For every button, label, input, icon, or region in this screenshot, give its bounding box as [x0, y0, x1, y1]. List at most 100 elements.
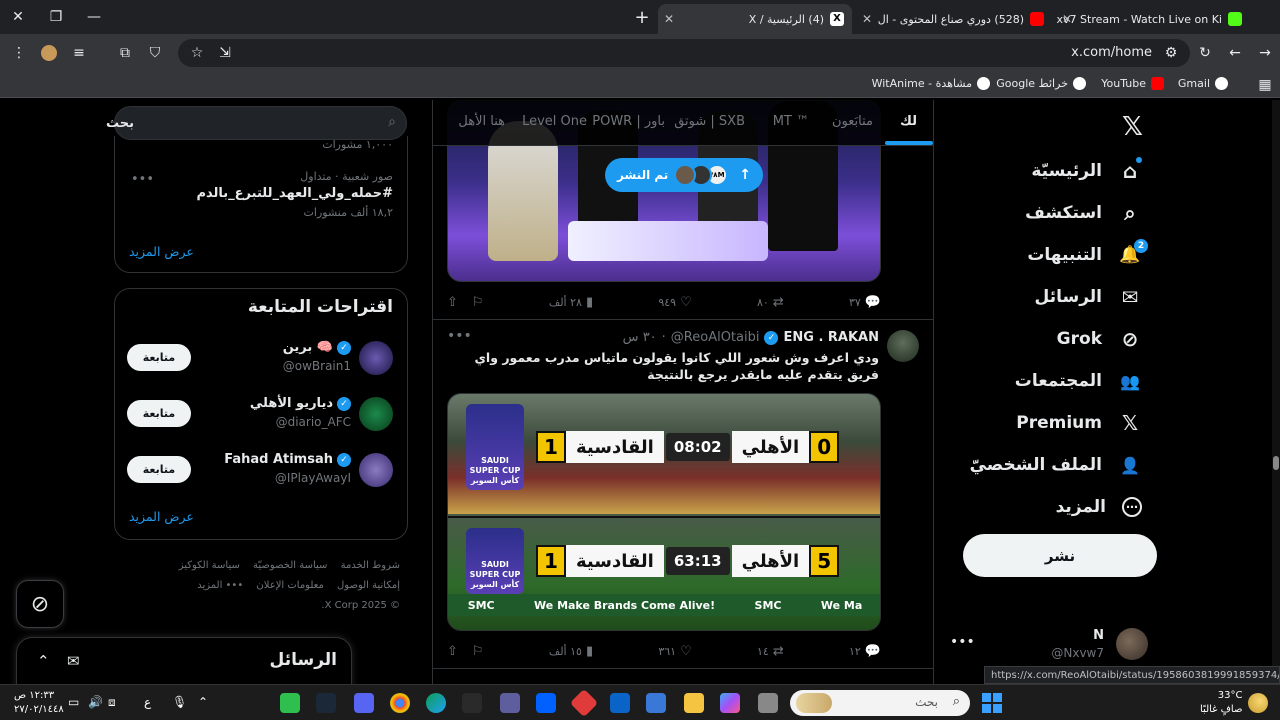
close-icon[interactable]: ✕: [1062, 12, 1072, 26]
tab-list-sxb[interactable]: شوتق | SXB: [674, 114, 745, 129]
tab-list-level-one[interactable]: Level One: [522, 114, 587, 129]
edge-icon[interactable]: [426, 693, 446, 713]
network-icon[interactable]: ⧈: [108, 695, 116, 710]
install-app-icon[interactable]: ⇲: [214, 42, 236, 64]
footer-link-ads-info[interactable]: معلومات الإعلان: [256, 580, 323, 591]
more-horizontal-icon[interactable]: •••: [950, 634, 975, 650]
footer-link-accessibility[interactable]: إمكانية الوصول: [337, 580, 400, 591]
grok-floating-button[interactable]: ⊘: [16, 580, 64, 628]
share-icon[interactable]: ⇧: [447, 644, 458, 659]
follow-suggestion[interactable]: ✓ Fahad Atimsah @IPlayAwayI متابعة: [127, 451, 393, 491]
app-icon[interactable]: [758, 693, 778, 713]
nav-messages[interactable]: ✉ الرسائل: [1035, 282, 1142, 312]
battery-icon[interactable]: ▭: [68, 695, 79, 709]
tab-youtube[interactable]: ✕ (528) دوري صناع المحتوى - ال: [856, 4, 1052, 34]
tab-list-powr[interactable]: POWR | باور: [592, 114, 665, 129]
repost-button[interactable]: ⇄ ١٤: [757, 641, 784, 661]
nav-more[interactable]: ⋯ المزيد: [1056, 492, 1142, 522]
more-horizontal-icon[interactable]: •••: [447, 328, 472, 344]
messages-drawer[interactable]: الرسائل ✉ ⌃: [16, 637, 352, 684]
address-bar[interactable]: ☆ ⇲ x.com/home ⚙: [178, 39, 1190, 67]
nav-notifications[interactable]: 🔔 2 التنبيهات: [1027, 239, 1148, 270]
tweet-handle[interactable]: @ReoAlOtaibi: [671, 330, 760, 345]
taskbar-clock[interactable]: ١٢:٣٣ ص ٢٧/٠٢/١٤٤٨: [14, 689, 64, 717]
bookmark-star-icon[interactable]: ☆: [186, 42, 208, 64]
footer-link-more[interactable]: ••• المزيد: [197, 580, 243, 591]
app-icon[interactable]: [500, 693, 520, 713]
bookmark-gmail[interactable]: Gmail: [1178, 77, 1228, 90]
forward-icon[interactable]: ←: [1224, 42, 1246, 64]
profile-avatar-icon[interactable]: [38, 42, 60, 64]
new-message-icon[interactable]: ✉: [67, 652, 80, 670]
minimize-window-icon[interactable]: —: [82, 6, 106, 28]
reading-list-icon[interactable]: ≡: [68, 42, 90, 64]
follow-suggestion[interactable]: ✓ دياريو الأهلي @diario_AFC متابعة: [127, 395, 393, 435]
footer-link-terms[interactable]: شروط الخدمة: [341, 560, 400, 571]
nav-profile[interactable]: 👤 الملف الشخصيّ: [970, 450, 1142, 480]
taskbar-search[interactable]: بحث ⌕: [790, 690, 970, 716]
weather-widget[interactable]: 33°C صافٍ غالبًا: [1200, 689, 1242, 717]
x-logo-icon[interactable]: 𝕏: [1122, 112, 1143, 142]
input-language[interactable]: ع: [144, 695, 151, 709]
apps-grid-icon[interactable]: ▦: [1254, 74, 1276, 96]
new-posts-pill[interactable]: ↑ ٧٨M تم النشر: [605, 158, 763, 192]
app-icon[interactable]: [280, 693, 300, 713]
reload-icon[interactable]: ↻: [1194, 42, 1216, 64]
follow-suggestion[interactable]: ✓ برين 🧠 @owBrain1 متابعة: [127, 339, 393, 379]
avatar[interactable]: [887, 330, 919, 362]
windows-start-icon[interactable]: [982, 693, 1002, 713]
tab-for-you[interactable]: لك: [900, 114, 917, 129]
url-text[interactable]: x.com/home: [1071, 45, 1152, 60]
bookmark-google-maps[interactable]: خرائط Google: [996, 77, 1086, 90]
shield-icon[interactable]: ⛉: [144, 42, 166, 64]
tab-following[interactable]: متابَعون: [832, 114, 873, 129]
views-button[interactable]: ▮ ٢٨ ألف: [549, 292, 593, 312]
bookmark-icon[interactable]: ⚐: [472, 295, 484, 310]
tab-list-ahli[interactable]: هنا الأهل: [458, 114, 505, 129]
store-icon[interactable]: [646, 693, 666, 713]
footer-link-cookies[interactable]: سياسة الكوكيز: [179, 560, 240, 571]
tweet-time[interactable]: ٣٠ س: [623, 330, 657, 345]
steam-icon[interactable]: [316, 693, 336, 713]
discord-icon[interactable]: [354, 693, 374, 713]
tab-kick[interactable]: ✕ Nxv7 Stream - Watch Live on Ki: [1056, 4, 1250, 34]
footer-link-privacy[interactable]: سياسة الخصوصيّة: [253, 560, 327, 571]
reply-button[interactable]: 💬 ٣٧: [849, 292, 881, 312]
account-switcher[interactable]: N @Nxvw7 •••: [950, 622, 1150, 666]
nav-premium[interactable]: 𝕏 Premium: [1016, 408, 1142, 438]
nav-home[interactable]: ⌂ الرئيسيّة: [1031, 156, 1142, 186]
repost-button[interactable]: ⇄ ٨٠: [757, 292, 784, 312]
scrollbar-thumb[interactable]: [1273, 456, 1279, 470]
extensions-icon[interactable]: ⧉: [114, 42, 136, 64]
follow-button[interactable]: متابعة: [127, 456, 191, 483]
reply-button[interactable]: 💬 ١٢: [849, 641, 881, 661]
restore-window-icon[interactable]: ❐: [44, 6, 68, 28]
new-tab-icon[interactable]: +: [630, 6, 654, 28]
trend-hashtag[interactable]: #حمله_ولي_العهد_للتبرع_بالدم: [197, 186, 394, 201]
epic-games-icon[interactable]: [462, 693, 482, 713]
bookmark-icon[interactable]: ⚐: [472, 644, 484, 659]
bookmark-youtube[interactable]: YouTube: [1101, 77, 1164, 90]
app-icon[interactable]: [569, 688, 599, 718]
page-scrollbar[interactable]: [1272, 100, 1280, 684]
copilot-icon[interactable]: [720, 693, 740, 713]
tweet-author-name[interactable]: ENG . RAKAN: [783, 330, 879, 345]
nav-grok[interactable]: ⊘ Grok: [1057, 324, 1142, 354]
nav-explore[interactable]: ⌕ استكشف: [1025, 198, 1142, 228]
share-icon[interactable]: ⇧: [447, 295, 458, 310]
show-more-trends-link[interactable]: عرض المزيد: [129, 244, 194, 259]
microphone-icon[interactable]: 🎙: [172, 695, 187, 709]
like-button[interactable]: ♡ ٩٤٩: [658, 292, 691, 312]
like-button[interactable]: ♡ ٣٦١: [658, 641, 691, 661]
back-icon[interactable]: →: [1254, 42, 1276, 64]
close-icon[interactable]: ✕: [862, 12, 872, 26]
tweet-media-image[interactable]: SAUDI SUPER CUP كأس السوبر 0 الأهلي 08:0…: [447, 393, 881, 631]
follow-button[interactable]: متابعة: [127, 400, 191, 427]
follow-button[interactable]: متابعة: [127, 344, 191, 371]
folder-icon[interactable]: [684, 693, 704, 713]
post-button[interactable]: نشر: [963, 534, 1157, 577]
chrome-icon[interactable]: [390, 693, 410, 713]
chevron-up-icon[interactable]: ⌃: [37, 652, 50, 670]
nav-communities[interactable]: 👥 المجتمعات: [1015, 366, 1142, 396]
search-box[interactable]: ⌕ بحث: [106, 106, 407, 140]
